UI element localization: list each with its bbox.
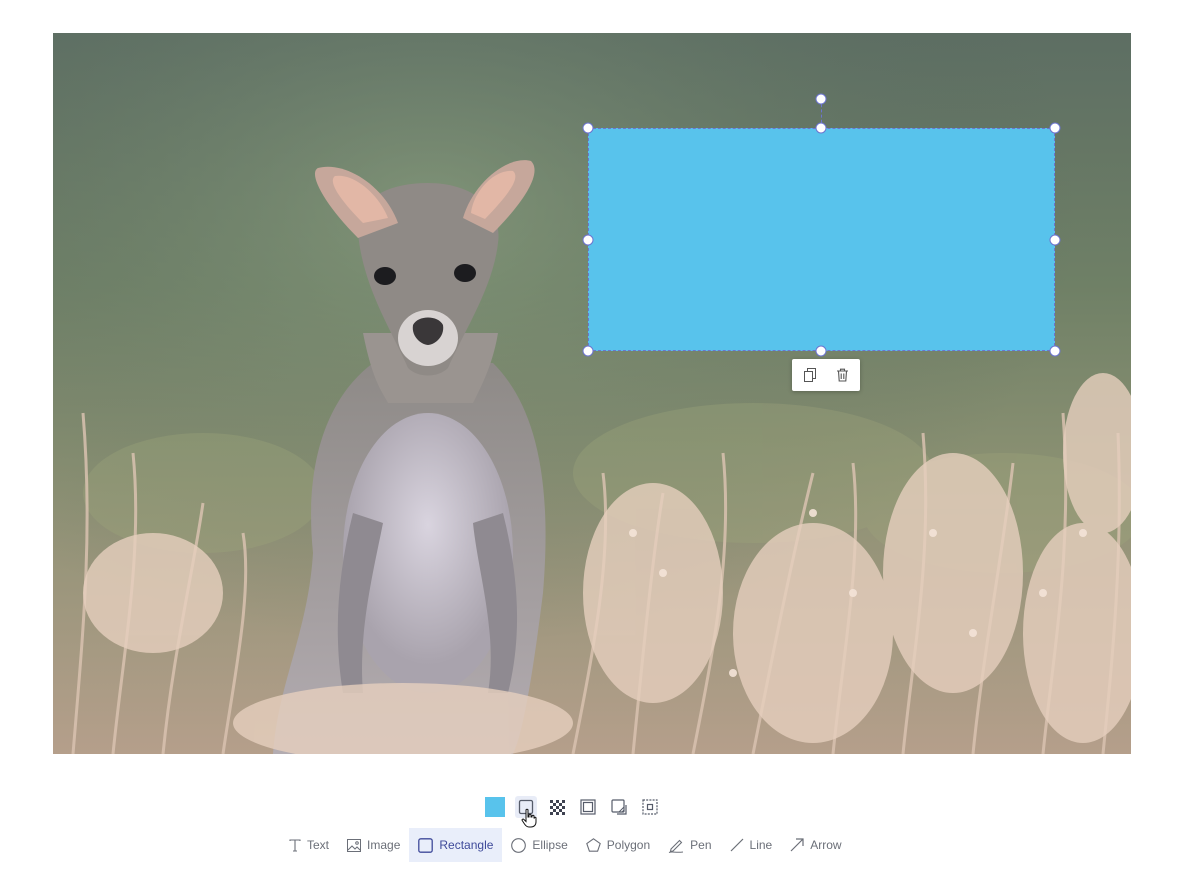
tool-rectangle[interactable]: Rectangle [409, 828, 503, 862]
tool-label: Ellipse [532, 838, 568, 852]
tool-label: Text [307, 838, 330, 852]
tool-ellipse[interactable]: Ellipse [502, 828, 576, 862]
arrow-icon [790, 838, 804, 852]
resize-handle-bottom-right[interactable] [1049, 345, 1061, 357]
resize-handle-right[interactable] [1049, 234, 1061, 246]
trash-icon[interactable] [834, 367, 850, 383]
line-icon [730, 838, 743, 852]
layer-square-icon[interactable] [639, 796, 661, 818]
tool-toolbar: Text Image Rectangle Ellipse Polygon Pen… [280, 828, 851, 862]
shadow-square-icon[interactable] [608, 796, 630, 818]
tool-image[interactable]: Image [338, 828, 409, 862]
tool-line[interactable]: Line [721, 828, 782, 862]
resize-handle-left[interactable] [582, 234, 594, 246]
style-toolbar [484, 796, 661, 828]
ellipse-icon [511, 837, 527, 853]
tool-label: Pen [690, 838, 712, 852]
resize-handle-bottom[interactable] [815, 345, 827, 357]
tool-label: Line [749, 838, 773, 852]
double-square-icon[interactable] [577, 796, 599, 818]
shape-context-toolbar [792, 359, 860, 391]
tool-polygon[interactable]: Polygon [577, 828, 659, 862]
resize-handle-top-right[interactable] [1049, 122, 1061, 134]
resize-handle-bottom-left[interactable] [582, 345, 594, 357]
pen-icon [668, 839, 684, 853]
tool-text[interactable]: Text [280, 828, 338, 862]
fill-color-swatch[interactable] [484, 796, 506, 818]
image-icon [347, 838, 362, 852]
checkerboard-icon[interactable] [546, 796, 568, 818]
tool-label: Polygon [606, 838, 651, 852]
hand-cursor-icon [521, 808, 537, 828]
polygon-icon [585, 838, 601, 852]
resize-handle-top-left[interactable] [582, 122, 594, 134]
tool-label: Rectangle [439, 838, 494, 852]
rectangle-icon [418, 837, 434, 853]
copy-icon[interactable] [802, 367, 818, 383]
rotate-handle[interactable] [815, 93, 827, 105]
square-outline-icon[interactable] [515, 796, 537, 828]
tool-label: Arrow [810, 838, 842, 852]
tool-arrow[interactable]: Arrow [781, 828, 850, 862]
tool-pen[interactable]: Pen [659, 828, 720, 862]
tool-label: Image [367, 838, 401, 852]
text-icon [289, 838, 301, 852]
selection-frame[interactable] [588, 128, 1055, 351]
resize-handle-top[interactable] [815, 122, 827, 134]
